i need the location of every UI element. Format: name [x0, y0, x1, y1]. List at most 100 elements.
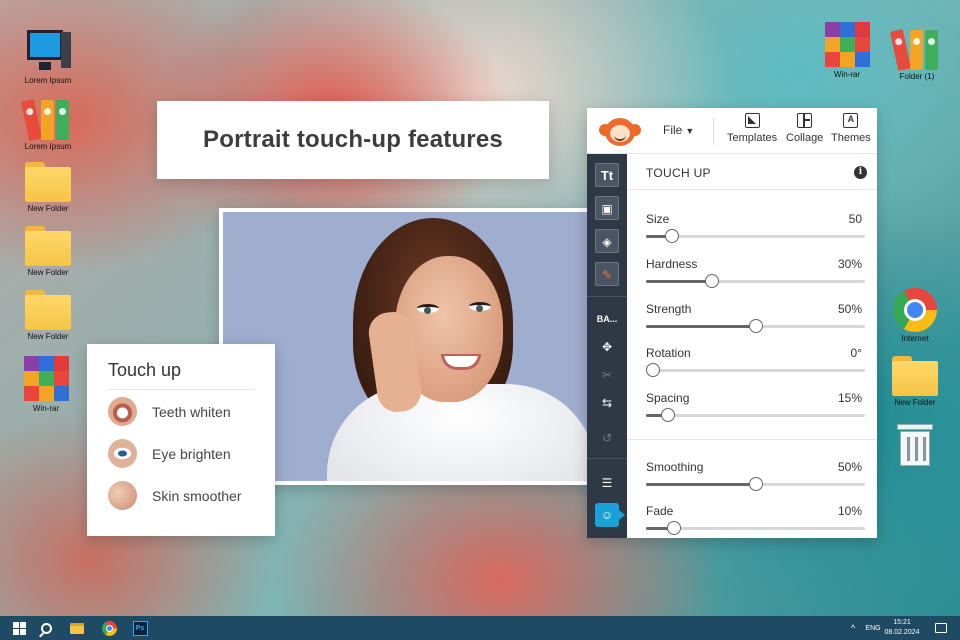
desktop-icon-lorem-ipsum-2[interactable]: Lorem Ipsum — [16, 96, 80, 151]
slider-size: Size 50 — [646, 212, 865, 252]
graphics-tool-button[interactable]: ◈ — [595, 229, 619, 253]
text-tool-button[interactable]: Tt — [595, 163, 619, 187]
recycle-bin-icon — [897, 424, 933, 466]
slider-spacing: Spacing 15% — [646, 391, 865, 431]
desktop-icon-internet[interactable]: Internet — [883, 288, 947, 343]
desktop-icon-label: New Folder — [27, 268, 69, 277]
basic-edits-button[interactable]: BA... — [595, 307, 619, 331]
slider-handle[interactable] — [748, 477, 763, 491]
slider-value: 15% — [837, 391, 862, 405]
slider-value: 50 — [848, 212, 862, 226]
panel-title: TOUCH UP — [646, 166, 711, 180]
slider-track[interactable] — [646, 521, 865, 535]
file-menu[interactable]: File ▼ — [663, 123, 694, 137]
desktop-icon-label: Lorem Ipsum — [24, 142, 72, 151]
slider-handle[interactable] — [660, 408, 675, 422]
clock-time: 15:21 — [893, 619, 911, 626]
feature-skin-smoother[interactable]: Skin smoother — [108, 475, 255, 516]
overlay-icon: ▣ — [601, 202, 613, 216]
desktop-icon-label: New Folder — [27, 204, 69, 213]
folder-icon — [25, 226, 71, 266]
photo-editor-window: File ▼ Templates Collage A Themes Tt ▣ ◈ … — [587, 108, 877, 538]
slider-track[interactable] — [646, 408, 865, 422]
slider-value: 0° — [850, 346, 862, 360]
taskbar-search-button[interactable] — [35, 616, 57, 640]
slider-fill — [646, 280, 712, 283]
undo-button[interactable]: ↺ — [595, 426, 619, 450]
slider-label: Size — [646, 212, 670, 226]
feature-eye-brighten[interactable]: Eye brighten — [108, 433, 255, 474]
taskbar-photoshop[interactable]: Ps — [129, 616, 151, 640]
flip-tool-button[interactable]: ⇆ — [595, 391, 619, 415]
slider-strength: Strength 50% — [646, 302, 865, 342]
headline-text: Portrait touch-up features — [203, 126, 503, 153]
desktop-icon-lorem-ipsum[interactable]: Lorem Ipsum — [16, 28, 80, 85]
slider-track[interactable] — [645, 363, 865, 377]
start-button[interactable] — [8, 616, 30, 640]
feature-teeth-whiten[interactable]: Teeth whiten — [108, 391, 255, 432]
touch-up-card: Touch up Teeth whiten Eye brighten Skin … — [87, 344, 275, 536]
slider-fill — [646, 483, 756, 486]
portrait-photo — [219, 208, 595, 485]
desktop-icon-win-rar[interactable]: Win-rar — [14, 356, 78, 413]
themes-button[interactable]: A Themes — [831, 113, 871, 144]
templates-button[interactable]: Templates — [727, 113, 777, 144]
cut-tool-button[interactable]: ✂ — [595, 363, 619, 387]
desktop-icon-new-folder-1[interactable]: New Folder — [16, 162, 80, 213]
adjustments-button[interactable]: ☰ — [595, 471, 619, 495]
file-menu-label: File — [663, 123, 683, 137]
windows-logo-icon — [12, 621, 26, 635]
slider-handle[interactable] — [748, 319, 763, 333]
chrome-icon — [893, 288, 937, 332]
app-logo-icon[interactable] — [599, 116, 641, 146]
collage-button[interactable]: Collage — [786, 113, 823, 144]
desktop-icon-new-folder-3[interactable]: New Folder — [16, 290, 80, 341]
templates-label: Templates — [727, 132, 778, 144]
desktop-icon-label: New Folder — [894, 398, 936, 407]
slider-track[interactable] — [646, 477, 865, 491]
move-icon: ✥ — [601, 340, 613, 354]
binders-icon — [20, 96, 71, 141]
folder-icon — [25, 290, 71, 330]
photoshop-icon: Ps — [132, 620, 148, 636]
slider-track[interactable] — [646, 319, 865, 333]
slider-handle[interactable] — [667, 521, 682, 535]
notifications-button[interactable] — [932, 616, 950, 640]
move-tool-button[interactable]: ✥ — [595, 335, 619, 359]
touch-up-tool-button[interactable]: ☺ — [595, 503, 625, 527]
desktop-icon-new-folder-right[interactable]: New Folder — [883, 356, 947, 407]
tray-chevron[interactable]: ^ — [846, 616, 860, 640]
slider-value: 50% — [837, 302, 862, 316]
taskbar-clock[interactable]: 15:21 08.02.2024 — [880, 618, 924, 638]
slider-handle[interactable] — [645, 363, 660, 377]
taskbar-file-explorer[interactable] — [66, 616, 88, 640]
slider-label: Fade — [646, 504, 674, 518]
teeth-thumb-icon — [108, 397, 137, 426]
slider-label: Hardness — [646, 257, 698, 271]
slider-value: 50% — [837, 460, 862, 474]
slider-track[interactable] — [646, 274, 865, 288]
slider-hardness: Hardness 30% — [646, 257, 865, 297]
slider-handle[interactable] — [665, 229, 680, 243]
headline-card: Portrait touch-up features — [157, 101, 549, 179]
info-icon[interactable]: i — [854, 166, 867, 179]
slider-smoothing: Smoothing 50% — [646, 460, 865, 500]
feature-label: Teeth whiten — [152, 403, 231, 420]
toolbar-divider — [713, 117, 714, 145]
collage-icon — [797, 113, 813, 128]
brush-tool-button[interactable]: ✎ — [595, 262, 619, 286]
face-icon: ☺ — [600, 508, 614, 522]
desktop-icon-win-rar-right[interactable]: Win-rar — [815, 22, 879, 79]
desktop-icon-recycle-bin[interactable] — [883, 424, 947, 466]
taskbar-chrome[interactable] — [98, 616, 120, 640]
slider-handle[interactable] — [704, 274, 719, 288]
desktop-icon-new-folder-2[interactable]: New Folder — [16, 226, 80, 277]
slider-track[interactable] — [646, 229, 865, 243]
editor-sidebar: Tt ▣ ◈ ✎ BA... ✥ ✂ ⇆ ↺ ☰ ☺ — [587, 154, 627, 538]
skin-thumb-icon — [108, 481, 137, 510]
desktop-icon-folder-1[interactable]: Folder (1) — [885, 26, 949, 81]
themes-icon: A — [843, 113, 859, 128]
slider-label: Spacing — [646, 391, 690, 405]
editor-toolbar: File ▼ Templates Collage A Themes — [587, 108, 877, 154]
overlay-tool-button[interactable]: ▣ — [595, 196, 619, 220]
